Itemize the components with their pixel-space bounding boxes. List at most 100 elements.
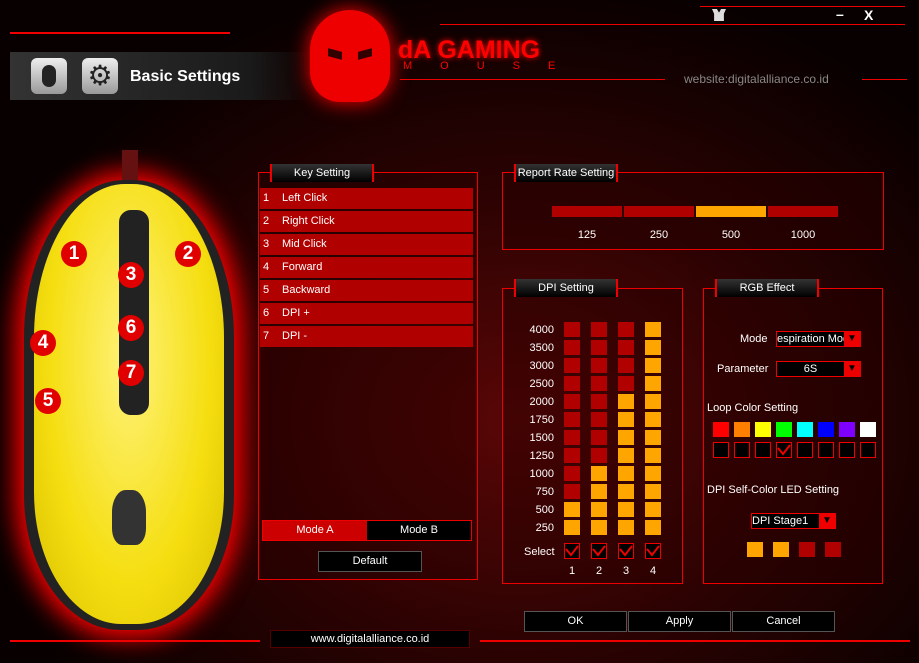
- dpi-select-checkbox-1[interactable]: [564, 543, 580, 559]
- button-badge-1[interactable]: 1: [61, 241, 87, 267]
- dpi-cell-2-1500[interactable]: [591, 430, 607, 445]
- loop-color-swatch[interactable]: [818, 422, 834, 437]
- key-item-4[interactable]: 4 Forward: [260, 257, 473, 278]
- dpi-cell-3-750[interactable]: [618, 484, 634, 499]
- loop-color-swatch[interactable]: [839, 422, 855, 437]
- dpi-cell-1-1500[interactable]: [564, 430, 580, 445]
- loop-color-checkbox[interactable]: [713, 442, 729, 458]
- dpi-cell-2-500[interactable]: [591, 502, 607, 517]
- dpi-cell-4-500[interactable]: [645, 502, 661, 517]
- dpi-cell-2-1000[interactable]: [591, 466, 607, 481]
- dpi-cell-1-3500[interactable]: [564, 340, 580, 355]
- button-badge-2[interactable]: 2: [175, 241, 201, 267]
- mode-b-tab[interactable]: Mode B: [367, 521, 471, 540]
- close-button[interactable]: X: [864, 7, 873, 23]
- parameter-dropdown[interactable]: 6S ▼: [776, 361, 861, 377]
- dpi-cell-3-1000[interactable]: [618, 466, 634, 481]
- mode-a-tab[interactable]: Mode A: [263, 521, 367, 540]
- apply-button[interactable]: Apply: [628, 611, 731, 632]
- dpi-cell-4-2000[interactable]: [645, 394, 661, 409]
- loop-color-swatch[interactable]: [797, 422, 813, 437]
- dpi-cell-3-4000[interactable]: [618, 322, 634, 337]
- dpi-cell-1-3000[interactable]: [564, 358, 580, 373]
- dpi-led-color-2[interactable]: [773, 542, 789, 557]
- dpi-cell-2-2500[interactable]: [591, 376, 607, 391]
- dpi-cell-1-1250[interactable]: [564, 448, 580, 463]
- dpi-cell-2-750[interactable]: [591, 484, 607, 499]
- dpi-cell-1-1000[interactable]: [564, 466, 580, 481]
- loop-color-checkbox[interactable]: [818, 442, 834, 458]
- mouse-tab-button[interactable]: [31, 58, 67, 94]
- key-item-2[interactable]: 2 Right Click: [260, 211, 473, 232]
- dpi-cell-4-1750[interactable]: [645, 412, 661, 427]
- dpi-cell-4-1000[interactable]: [645, 466, 661, 481]
- button-badge-5[interactable]: 5: [35, 388, 61, 414]
- button-badge-4[interactable]: 4: [30, 330, 56, 356]
- button-badge-6[interactable]: 6: [118, 315, 144, 341]
- dpi-cell-4-4000[interactable]: [645, 322, 661, 337]
- button-badge-7[interactable]: 7: [118, 360, 144, 386]
- loop-color-checkbox[interactable]: [734, 442, 750, 458]
- loop-color-checkbox[interactable]: [839, 442, 855, 458]
- report-rate-option-1000[interactable]: [768, 206, 838, 217]
- dpi-cell-1-2000[interactable]: [564, 394, 580, 409]
- dpi-cell-1-1750[interactable]: [564, 412, 580, 427]
- mode-dropdown[interactable]: espiration Mod ▼: [776, 331, 861, 347]
- dpi-select-checkbox-4[interactable]: [645, 543, 661, 559]
- dpi-cell-4-1500[interactable]: [645, 430, 661, 445]
- dpi-cell-2-4000[interactable]: [591, 322, 607, 337]
- dpi-cell-2-1250[interactable]: [591, 448, 607, 463]
- ok-button[interactable]: OK: [524, 611, 627, 632]
- dpi-cell-1-750[interactable]: [564, 484, 580, 499]
- dpi-cell-3-3500[interactable]: [618, 340, 634, 355]
- dpi-cell-4-750[interactable]: [645, 484, 661, 499]
- dpi-cell-3-1750[interactable]: [618, 412, 634, 427]
- dpi-led-color-4[interactable]: [825, 542, 841, 557]
- footer-url[interactable]: www.digitalalliance.co.id: [270, 630, 470, 648]
- loop-color-swatch[interactable]: [755, 422, 771, 437]
- dpi-cell-2-3500[interactable]: [591, 340, 607, 355]
- dpi-cell-3-1250[interactable]: [618, 448, 634, 463]
- loop-color-checkbox[interactable]: [797, 442, 813, 458]
- dpi-cell-3-1500[interactable]: [618, 430, 634, 445]
- dpi-cell-1-250[interactable]: [564, 520, 580, 535]
- report-rate-option-125[interactable]: [552, 206, 622, 217]
- key-item-1[interactable]: 1 Left Click: [260, 188, 473, 209]
- dpi-cell-2-1750[interactable]: [591, 412, 607, 427]
- dpi-cell-1-4000[interactable]: [564, 322, 580, 337]
- loop-color-swatch[interactable]: [776, 422, 792, 437]
- dpi-cell-4-1250[interactable]: [645, 448, 661, 463]
- report-rate-option-500[interactable]: [696, 206, 766, 217]
- dpi-cell-3-2500[interactable]: [618, 376, 634, 391]
- dpi-cell-4-3500[interactable]: [645, 340, 661, 355]
- key-item-6[interactable]: 6 DPI +: [260, 303, 473, 324]
- loop-color-checkbox[interactable]: [860, 442, 876, 458]
- dpi-cell-2-2000[interactable]: [591, 394, 607, 409]
- dpi-led-color-1[interactable]: [747, 542, 763, 557]
- dpi-cell-3-2000[interactable]: [618, 394, 634, 409]
- cancel-button[interactable]: Cancel: [732, 611, 835, 632]
- dpi-select-checkbox-3[interactable]: [618, 543, 634, 559]
- minimize-button[interactable]: –: [836, 6, 844, 22]
- dpi-cell-4-2500[interactable]: [645, 376, 661, 391]
- dpi-led-color-3[interactable]: [799, 542, 815, 557]
- dpi-cell-1-500[interactable]: [564, 502, 580, 517]
- dpi-stage-dropdown[interactable]: DPI Stage1 ▼: [751, 513, 836, 529]
- dpi-cell-4-250[interactable]: [645, 520, 661, 535]
- loop-color-swatch[interactable]: [860, 422, 876, 437]
- dpi-cell-2-3000[interactable]: [591, 358, 607, 373]
- loop-color-swatch[interactable]: [713, 422, 729, 437]
- key-item-5[interactable]: 5 Backward: [260, 280, 473, 301]
- dpi-cell-3-250[interactable]: [618, 520, 634, 535]
- report-rate-option-250[interactable]: [624, 206, 694, 217]
- loop-color-checkbox[interactable]: [755, 442, 771, 458]
- button-badge-3[interactable]: 3: [118, 262, 144, 288]
- default-button[interactable]: Default: [318, 551, 422, 572]
- loop-color-checkbox[interactable]: [776, 442, 792, 458]
- dpi-cell-2-250[interactable]: [591, 520, 607, 535]
- gear-icon[interactable]: ⚙: [82, 58, 118, 94]
- dpi-cell-4-3000[interactable]: [645, 358, 661, 373]
- dpi-cell-3-3000[interactable]: [618, 358, 634, 373]
- dpi-cell-3-500[interactable]: [618, 502, 634, 517]
- dpi-select-checkbox-2[interactable]: [591, 543, 607, 559]
